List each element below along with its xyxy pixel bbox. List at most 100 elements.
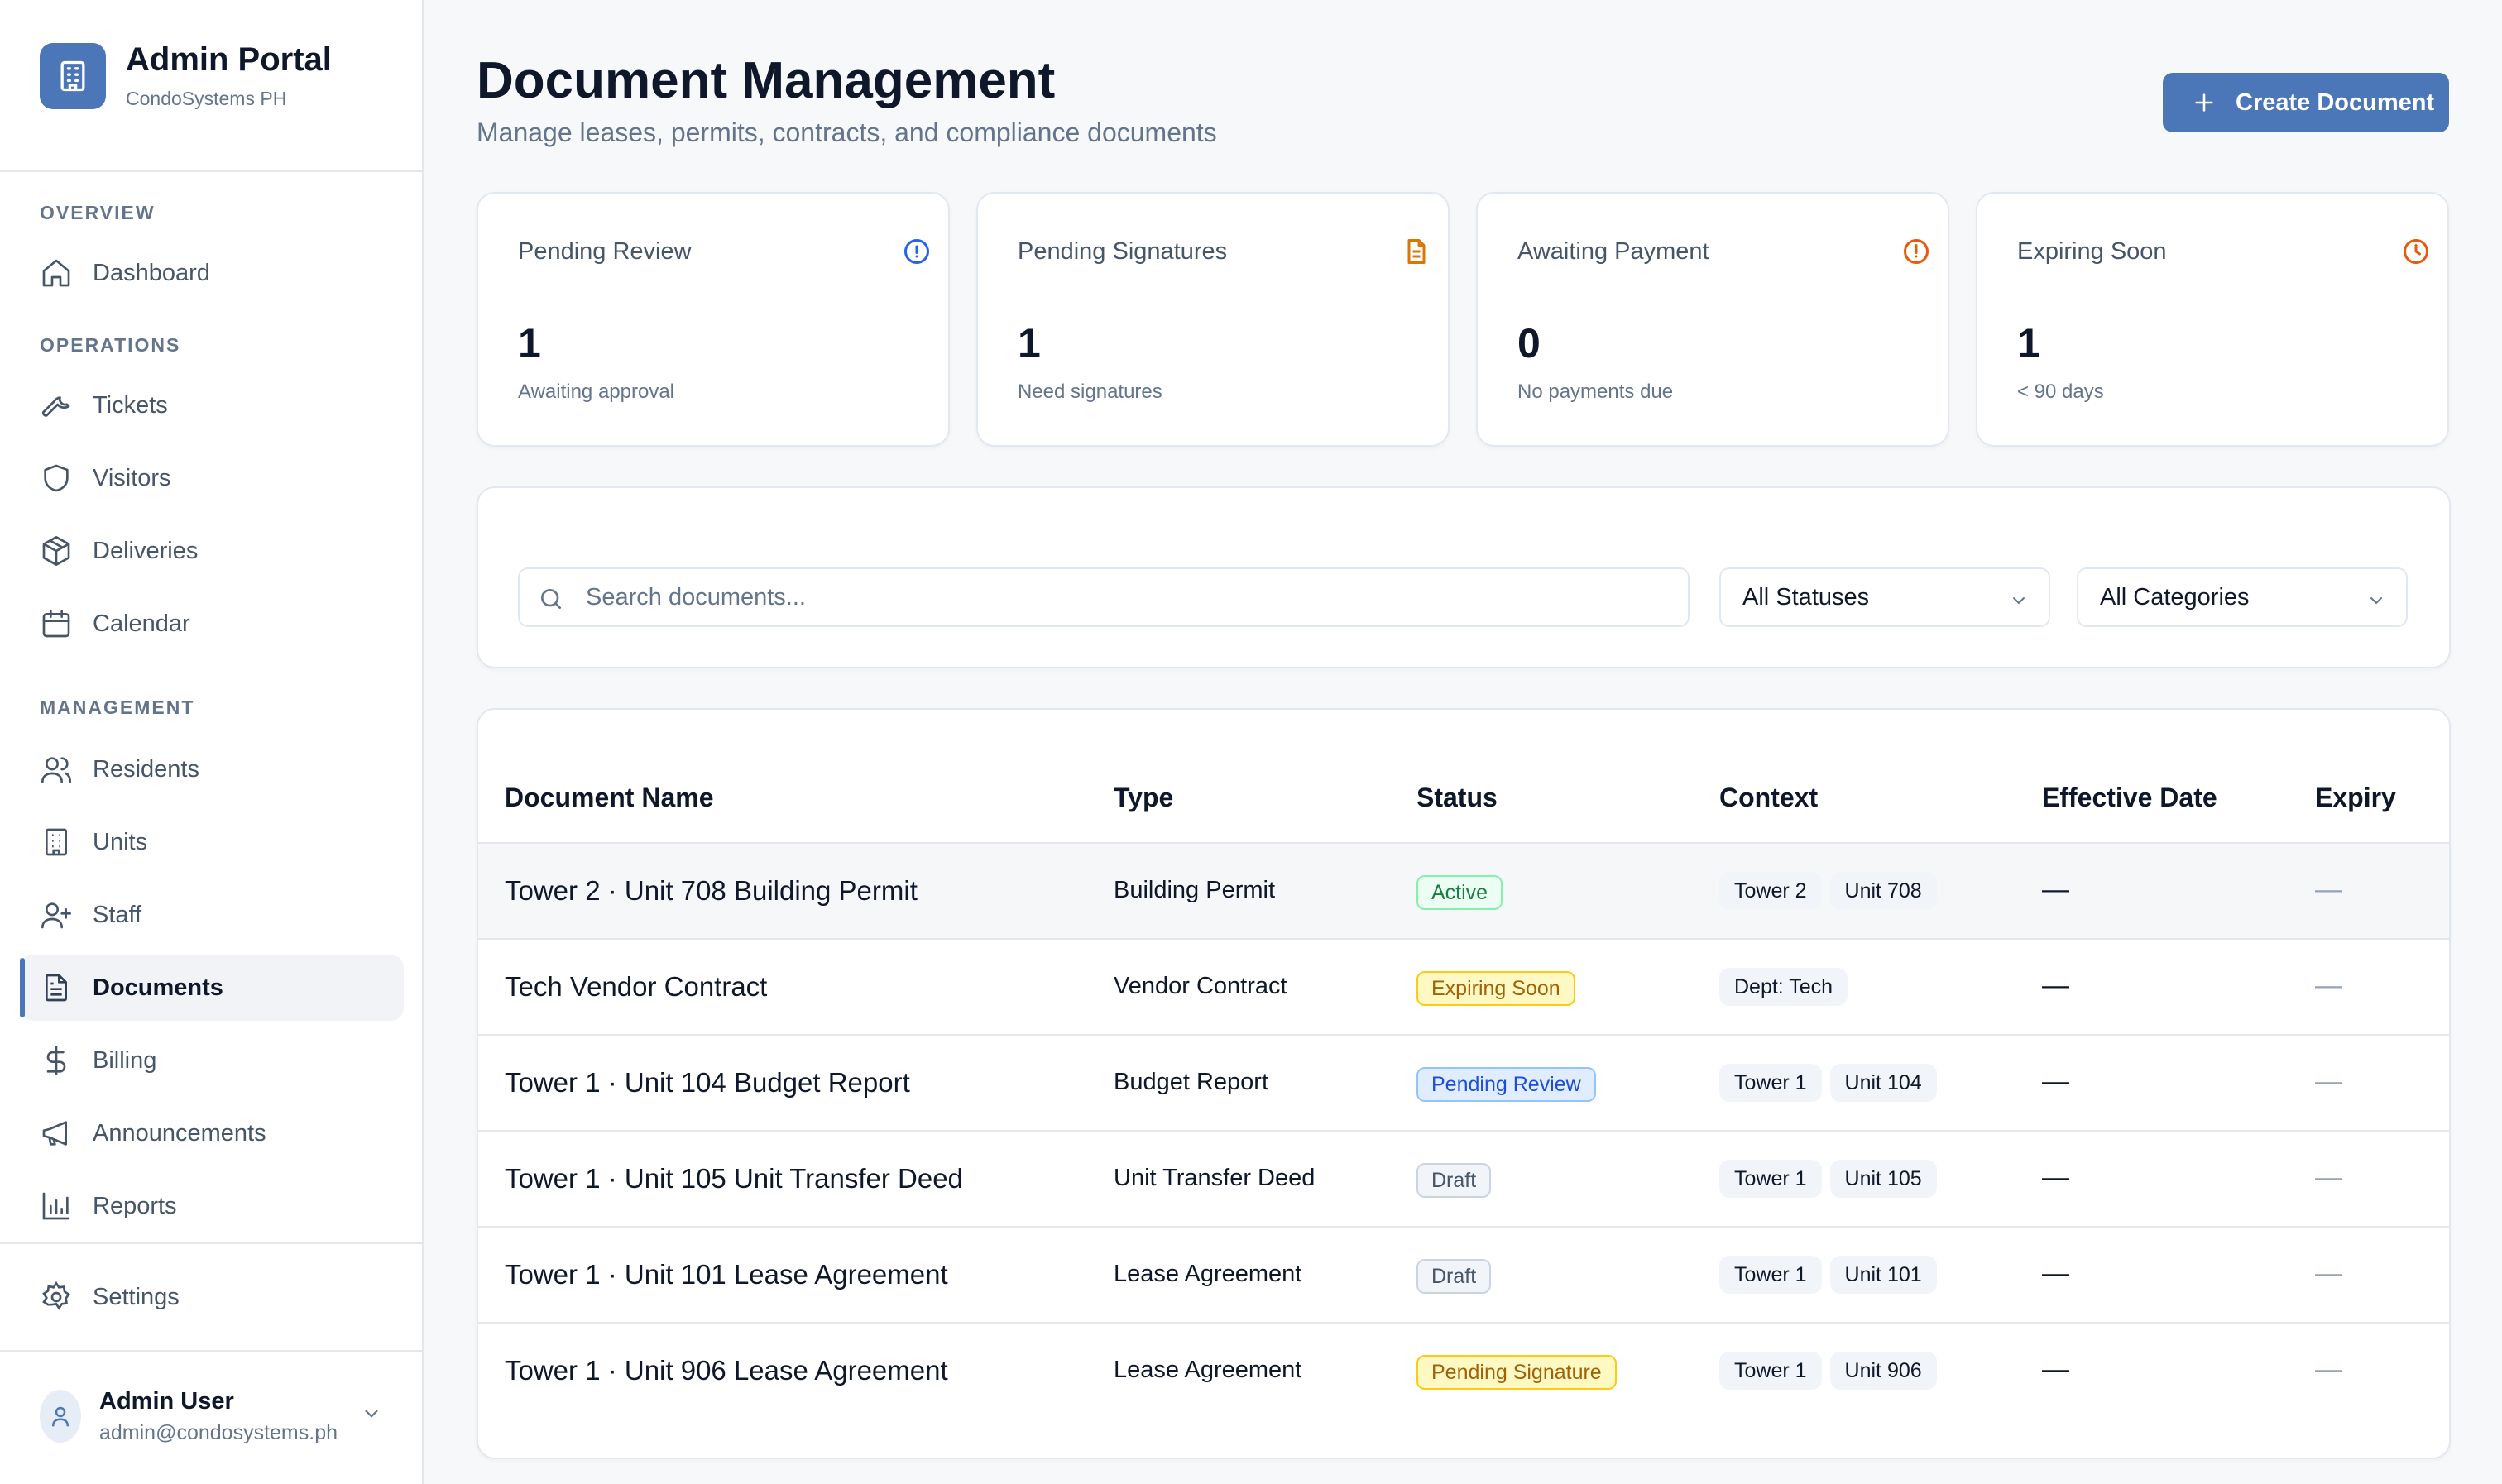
effective-date: —: [2042, 1353, 2069, 1384]
dollar-icon: [40, 1044, 73, 1077]
document-type: Budget Report: [1114, 1069, 1269, 1095]
column-header-type[interactable]: Type: [1114, 783, 1173, 813]
column-header-name[interactable]: Document Name: [505, 783, 714, 813]
create-document-button[interactable]: Create Document: [2163, 73, 2449, 132]
bar-chart-icon: [40, 1190, 73, 1223]
document-type: Unit Transfer Deed: [1114, 1165, 1316, 1191]
sidebar-item-visitors[interactable]: Visitors: [20, 445, 404, 511]
sidebar-item-label: Dashboard: [93, 260, 210, 286]
search-input[interactable]: [586, 581, 1661, 614]
context-chip: Tower 1: [1719, 1064, 1822, 1102]
context-chips: Tower 1 Unit 906: [1719, 1352, 1937, 1390]
expiry-date: —: [2315, 1257, 2342, 1288]
status-badge: Pending Review: [1416, 1067, 1596, 1102]
context-chip: Unit 105: [1829, 1160, 1937, 1198]
table-row[interactable]: Tower 2 · Unit 708 Building Permit Build…: [478, 844, 2449, 940]
context-chip: Unit 101: [1829, 1256, 1937, 1294]
stat-caption: Awaiting approval: [518, 381, 675, 403]
document-type: Vendor Contract: [1114, 973, 1287, 999]
document-name[interactable]: Tower 1 · Unit 104 Budget Report: [505, 1067, 910, 1099]
page-title: Document Management: [477, 52, 1056, 109]
context-chip: Unit 708: [1829, 872, 1937, 910]
context-chips: Tower 1 Unit 105: [1719, 1160, 1937, 1198]
stat-card-pending-signatures: Pending Signatures 1 Need signatures: [976, 192, 1450, 447]
building-logo-icon: [40, 43, 106, 109]
status-filter-select[interactable]: All Statuses: [1719, 567, 2050, 627]
effective-date: —: [2042, 1065, 2069, 1096]
document-name[interactable]: Tower 1 · Unit 105 Unit Transfer Deed: [505, 1163, 963, 1194]
column-header-expiry[interactable]: Expiry: [2315, 783, 2396, 813]
document-name[interactable]: Tower 2 · Unit 708 Building Permit: [505, 875, 918, 907]
context-chip: Tower 1: [1719, 1352, 1822, 1390]
sidebar-item-documents[interactable]: Documents: [20, 955, 404, 1021]
document-name[interactable]: Tech Vendor Contract: [505, 971, 767, 1003]
user-email: admin@condosystems.ph: [99, 1421, 338, 1444]
column-header-effective-date[interactable]: Effective Date: [2042, 783, 2217, 813]
sidebar-item-settings[interactable]: Settings: [20, 1264, 404, 1330]
nav-section-management: MANAGEMENT: [40, 697, 195, 718]
stat-caption: Need signatures: [1018, 381, 1162, 403]
effective-date: —: [2042, 1161, 2069, 1192]
table-row[interactable]: Tech Vendor Contract Vendor Contract Exp…: [478, 940, 2449, 1036]
sidebar-item-residents[interactable]: Residents: [20, 736, 404, 802]
context-chips: Tower 1 Unit 104: [1719, 1064, 1937, 1102]
stat-value: 1: [2017, 320, 2040, 366]
sidebar-item-dashboard[interactable]: Dashboard: [20, 240, 404, 306]
brand-title: Admin Portal: [126, 41, 332, 78]
sidebar-item-label: Residents: [93, 756, 199, 783]
effective-date: —: [2042, 1257, 2069, 1288]
sidebar-item-units[interactable]: Units: [20, 809, 404, 875]
page-subtitle: Manage leases, permits, contracts, and c…: [477, 117, 1217, 147]
sidebar-item-tickets[interactable]: Tickets: [20, 372, 404, 438]
sidebar-item-billing[interactable]: Billing: [20, 1027, 404, 1094]
expiry-date: —: [2315, 1161, 2342, 1192]
clock-icon: [2401, 237, 2431, 266]
sidebar-item-deliveries[interactable]: Deliveries: [20, 518, 404, 584]
sidebar-divider: [0, 1242, 422, 1244]
table-row[interactable]: Tower 1 · Unit 104 Budget Report Budget …: [478, 1036, 2449, 1132]
stat-value: 1: [1018, 320, 1041, 366]
status-badge: Expiring Soon: [1416, 971, 1575, 1006]
column-header-context[interactable]: Context: [1719, 783, 1818, 813]
sidebar-item-label: Tickets: [93, 392, 168, 419]
table-row[interactable]: Tower 1 · Unit 105 Unit Transfer Deed Un…: [478, 1132, 2449, 1228]
status-badge: Draft: [1416, 1259, 1492, 1294]
documents-table: Document Name Type Status Context Effect…: [477, 708, 2451, 1459]
gear-icon: [40, 1281, 73, 1314]
effective-date: —: [2042, 874, 2069, 904]
category-filter-select[interactable]: All Categories: [2077, 567, 2408, 627]
search-field[interactable]: [518, 567, 1690, 627]
context-chip: Unit 104: [1829, 1064, 1937, 1102]
create-document-label: Create Document: [2236, 89, 2435, 116]
brand-subtitle: CondoSystems PH: [126, 88, 287, 109]
document-name[interactable]: Tower 1 · Unit 906 Lease Agreement: [505, 1355, 948, 1386]
megaphone-icon: [40, 1117, 73, 1150]
user-menu[interactable]: Admin User admin@condosystems.ph: [20, 1370, 404, 1462]
category-filter-value: All Categories: [2100, 584, 2250, 610]
status-badge: Pending Signature: [1416, 1355, 1617, 1390]
document-icon: [40, 971, 73, 1004]
stat-card-pending-review: Pending Review 1 Awaiting approval: [477, 192, 950, 447]
stat-caption: No payments due: [1517, 381, 1674, 403]
sidebar-item-label: Reports: [93, 1193, 177, 1219]
nav-section-overview: OVERVIEW: [40, 202, 156, 223]
sidebar-item-reports[interactable]: Reports: [20, 1173, 404, 1239]
column-header-status[interactable]: Status: [1416, 783, 1498, 813]
shield-icon: [40, 462, 73, 495]
expiry-date: —: [2315, 874, 2342, 904]
sidebar-item-label: Deliveries: [93, 538, 199, 564]
chevron-down-icon: [2013, 597, 2025, 605]
stat-label: Pending Review: [518, 238, 692, 265]
avatar: [40, 1390, 81, 1443]
document-name[interactable]: Tower 1 · Unit 101 Lease Agreement: [505, 1259, 948, 1290]
info-circle-icon: [902, 237, 932, 266]
table-row[interactable]: Tower 1 · Unit 101 Lease Agreement Lease…: [478, 1228, 2449, 1324]
sidebar-item-staff[interactable]: Staff: [20, 882, 404, 948]
sidebar-item-label: Billing: [93, 1047, 157, 1074]
calendar-icon: [40, 607, 73, 640]
stat-value: 0: [1517, 320, 1541, 366]
sidebar-item-announcements[interactable]: Announcements: [20, 1100, 404, 1166]
sidebar-item-label: Documents: [93, 974, 223, 1001]
table-row[interactable]: Tower 1 · Unit 906 Lease Agreement Lease…: [478, 1324, 2449, 1419]
sidebar-item-calendar[interactable]: Calendar: [20, 591, 404, 657]
